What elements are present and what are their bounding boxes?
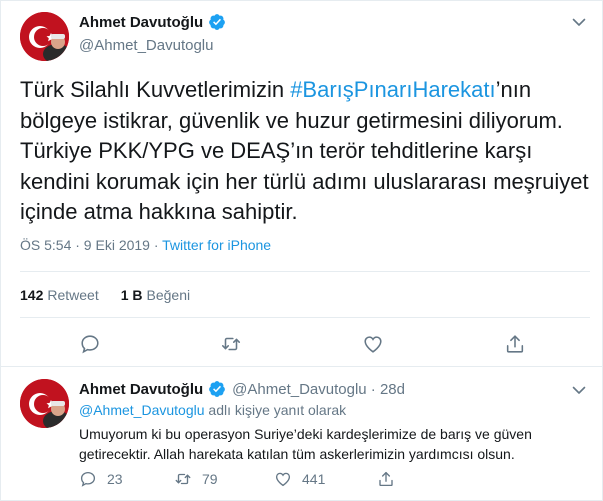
avatar[interactable] bbox=[20, 12, 69, 61]
main-tweet: Ahmet Davutoğlu @Ahmet_Davutoglu Türk Si… bbox=[0, 0, 603, 365]
reply-icon bbox=[80, 471, 96, 487]
share-icon bbox=[379, 471, 393, 487]
tweet-actions bbox=[79, 333, 529, 357]
like-count: 1 B bbox=[120, 287, 143, 303]
avatar-image bbox=[20, 12, 69, 61]
retweet-count: 142 bbox=[20, 287, 44, 303]
like-icon[interactable] bbox=[362, 333, 386, 357]
retweet-icon bbox=[175, 473, 191, 485]
chevron-down-icon[interactable] bbox=[571, 382, 587, 398]
author-handle[interactable]: @Ahmet_Davutoglu bbox=[79, 37, 213, 54]
chevron-down-icon[interactable] bbox=[571, 14, 587, 30]
divider bbox=[20, 317, 590, 318]
retweet-button[interactable]: 79 bbox=[174, 469, 218, 489]
like-icon bbox=[275, 472, 291, 487]
tweet-timestamp[interactable]: ÖS 5:54 · 9 Eki 2019 · bbox=[20, 237, 162, 253]
reply-handle-date[interactable]: @Ahmet_Davutoglu · 28d bbox=[232, 381, 405, 398]
reply-avatar[interactable] bbox=[20, 379, 69, 428]
tweet-text: Türk Silahlı Kuvvetlerimizin #BarışPınar… bbox=[20, 75, 590, 228]
verified-badge-icon bbox=[208, 380, 226, 398]
replying-suffix: adlı kişiye yanıt olarak bbox=[204, 402, 347, 418]
like-button[interactable]: 441 bbox=[274, 469, 325, 489]
retweet-stat-label: Retweet bbox=[47, 287, 99, 303]
share-icon[interactable] bbox=[504, 333, 528, 357]
retweet-stat[interactable]: 142 Retweet bbox=[20, 287, 99, 303]
divider bbox=[20, 271, 590, 272]
replying-mention-link[interactable]: @Ahmet_Davutoglu bbox=[79, 402, 205, 418]
reply-icon[interactable] bbox=[79, 333, 103, 357]
retweet-icon[interactable] bbox=[220, 333, 244, 357]
like-stat[interactable]: 1 B Beğeni bbox=[121, 287, 190, 303]
tweet-stats: 142 Retweet 1 B Beğeni bbox=[20, 287, 190, 303]
reply-author-name[interactable]: Ahmet Davutoğlu bbox=[79, 381, 203, 398]
hashtag-link[interactable]: #BarışPınarıHarekatı bbox=[290, 77, 495, 102]
author-name-row: Ahmet Davutoğlu bbox=[79, 13, 226, 31]
author-display-name[interactable]: Ahmet Davutoğlu bbox=[79, 14, 203, 31]
like-stat-label: Beğeni bbox=[146, 287, 191, 303]
retweet-count: 79 bbox=[202, 471, 218, 487]
reply-button[interactable]: 23 bbox=[79, 469, 123, 489]
verified-badge-icon bbox=[208, 13, 226, 31]
reply-text: Umuyorum ki bu operasyon Suriye’deki kar… bbox=[79, 426, 532, 462]
replying-to: @Ahmet_Davutoglu adlı kişiye yanıt olara… bbox=[79, 402, 346, 418]
like-count: 441 bbox=[302, 471, 326, 487]
reply-header: Ahmet Davutoğlu @Ahmet_Davutoglu · 28d bbox=[79, 380, 405, 398]
tweet-text-part: Türk Silahlı Kuvvetlerimizin bbox=[20, 77, 291, 102]
reply-actions: 23 79 441 bbox=[79, 469, 499, 489]
tweet-source-link[interactable]: Twitter for iPhone bbox=[162, 237, 271, 253]
tweet-meta: ÖS 5:54 · 9 Eki 2019 · Twitter for iPhon… bbox=[20, 237, 271, 253]
share-button[interactable] bbox=[377, 469, 395, 489]
tweet-separator bbox=[0, 366, 603, 367]
avatar-image bbox=[20, 379, 69, 428]
reply-count: 23 bbox=[107, 471, 123, 487]
